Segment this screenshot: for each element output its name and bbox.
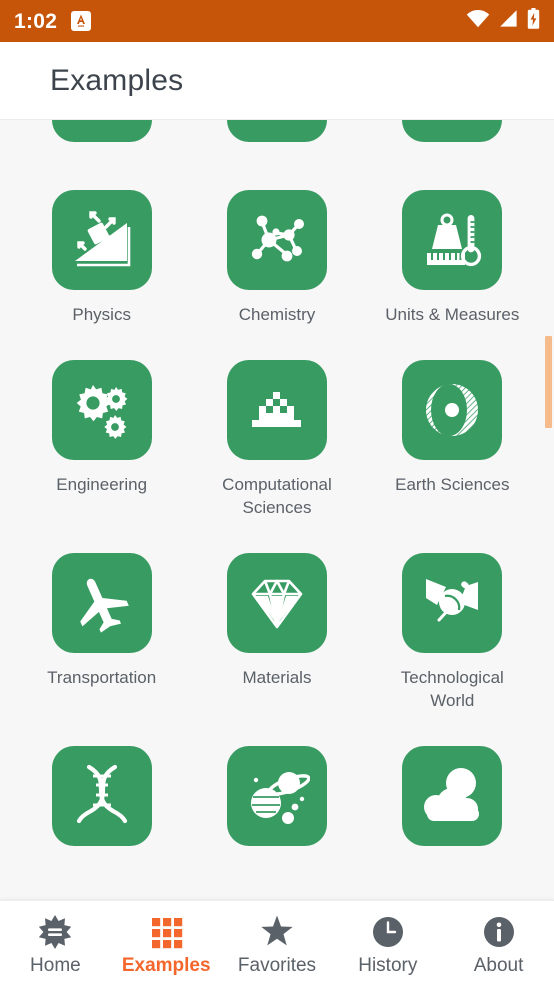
clock-icon[interactable] (371, 915, 405, 949)
status-bar: 1:02 (0, 0, 554, 42)
nav-item-label: About (473, 954, 524, 976)
planets-icon (244, 763, 310, 829)
category-tile[interactable] (402, 190, 503, 290)
example-category-units-measures[interactable]: Units & Measures (365, 162, 540, 326)
wifi-icon (466, 9, 490, 33)
examples-grid-row (14, 718, 540, 860)
weight-ruler-thermometer-icon (419, 207, 485, 273)
category-label: Engineering (56, 475, 148, 495)
category-tile[interactable] (51, 553, 152, 654)
app-notification-icon (71, 11, 92, 31)
nav-item-examples[interactable]: Examples (111, 901, 222, 984)
nav-item-history[interactable]: History (332, 901, 443, 984)
molecule-icon (244, 207, 310, 273)
nav-item-label: Examples (121, 954, 211, 976)
examples-grid: Physics Chemistry Units & Measures Engineer… (0, 120, 554, 866)
nav-item-label: Favorites (237, 954, 317, 976)
nav-item-label: Home (30, 954, 81, 976)
example-category-partial[interactable] (189, 718, 364, 860)
example-category-partial[interactable] (14, 718, 189, 860)
category-tile[interactable] (51, 190, 152, 290)
category-tile[interactable] (51, 360, 152, 461)
category-tile[interactable] (226, 120, 327, 142)
example-category-earth-sciences[interactable]: Earth Sciences (365, 332, 540, 519)
category-tile[interactable] (402, 120, 503, 142)
dna-helix-icon (69, 763, 135, 829)
category-label: Units & Measures (385, 305, 520, 324)
examples-grid-row: Transportation Materials Technological Wor… (14, 525, 540, 712)
category-tile[interactable] (226, 190, 327, 290)
category-tile[interactable] (226, 360, 327, 461)
nav-item-label: History (358, 954, 418, 976)
examples-grid-row: Physics Chemistry Units & Measures (14, 162, 540, 326)
planet-cross-section-icon (419, 377, 485, 443)
example-category-physics[interactable]: Physics (14, 162, 189, 326)
bottom-navigation-bar: Home Examples Favorites History About (0, 900, 554, 984)
category-tile[interactable] (402, 553, 503, 654)
category-label: Materials (242, 668, 312, 688)
airplane-icon (69, 570, 135, 636)
wolfram-spikey-icon[interactable] (38, 914, 72, 949)
grid-icon[interactable] (149, 915, 183, 949)
example-category-partial[interactable] (365, 120, 540, 156)
example-category-materials[interactable]: Materials (189, 525, 364, 712)
category-label: Transportation (47, 668, 157, 688)
example-category-chemistry[interactable]: Chemistry (189, 162, 364, 326)
status-bar-right (466, 8, 540, 34)
examples-grid-row (14, 120, 540, 156)
clipped-tile-left (69, 120, 135, 125)
category-tile[interactable] (402, 746, 503, 847)
battery-charging-icon (527, 8, 540, 34)
example-category-technological-world[interactable]: Technological World (365, 525, 540, 712)
app-bar: Examples (0, 42, 554, 120)
clouds-icon (419, 763, 485, 829)
satellite-icon (419, 570, 485, 636)
page-title: Examples (50, 63, 184, 97)
clipped-tile-center (244, 120, 310, 125)
category-label: Physics (72, 305, 131, 324)
cellular-signal-icon (499, 9, 518, 33)
example-category-computational-sciences[interactable]: Computational Sciences (189, 332, 364, 519)
examples-grid-row: Engineering Computational Sciences Earth S… (14, 332, 540, 519)
category-tile[interactable] (51, 746, 152, 847)
star-icon[interactable] (260, 915, 294, 949)
gears-icon (69, 377, 135, 443)
category-tile[interactable] (226, 553, 327, 654)
diamond-icon (244, 570, 310, 636)
example-category-transportation[interactable]: Transportation (14, 525, 189, 712)
info-icon[interactable] (482, 915, 516, 949)
category-label: Earth Sciences (395, 475, 510, 495)
inclined-plane-icon (69, 207, 135, 273)
category-label: Chemistry (238, 305, 316, 324)
nav-item-home[interactable]: Home (0, 901, 111, 984)
category-label: Technological World (400, 668, 504, 710)
nav-item-about[interactable]: About (443, 901, 554, 984)
category-tile[interactable] (402, 360, 503, 461)
cellular-automaton-icon (244, 377, 310, 443)
status-bar-clock: 1:02 (14, 9, 58, 33)
category-label: Computational Sciences (222, 475, 332, 517)
example-category-engineering[interactable]: Engineering (14, 332, 189, 519)
category-tile[interactable] (51, 120, 152, 142)
category-tile[interactable] (226, 746, 327, 847)
example-category-partial[interactable] (365, 718, 540, 860)
clipped-tile-right (419, 120, 485, 125)
app-root: 1:02 Examples Physics Chemistry Units & … (0, 0, 554, 984)
example-category-partial[interactable] (189, 120, 364, 156)
example-category-partial[interactable] (14, 120, 189, 156)
nav-item-favorites[interactable]: Favorites (222, 901, 333, 984)
status-bar-left: 1:02 (14, 9, 92, 33)
examples-scroll-area[interactable]: Physics Chemistry Units & Measures Engineer… (0, 120, 554, 900)
